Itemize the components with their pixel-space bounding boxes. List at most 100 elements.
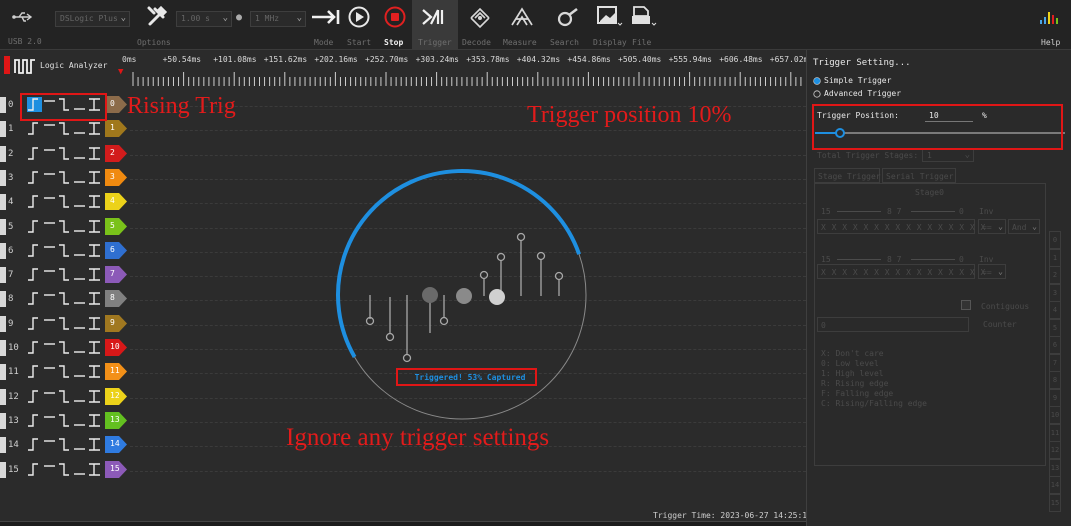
contiguous-checkbox[interactable]: [961, 300, 971, 310]
high-level-icon[interactable]: [42, 146, 57, 161]
stage-side-tab[interactable]: 1: [1049, 248, 1061, 267]
any-edge-icon[interactable]: [87, 243, 102, 258]
channel-handle[interactable]: [0, 218, 6, 235]
low-level-icon[interactable]: [72, 121, 87, 136]
sample-rate-select[interactable]: 1 MHz ⌄: [250, 11, 306, 27]
header-dropdown-icon[interactable]: ▼: [118, 67, 123, 77]
low-level-icon[interactable]: [72, 437, 87, 452]
rising-edge-icon[interactable]: [27, 267, 42, 282]
stage-side-tab[interactable]: 9: [1049, 388, 1061, 407]
channel-handle[interactable]: [0, 315, 6, 332]
stage-side-tab[interactable]: 5: [1049, 318, 1061, 337]
stage-side-tab[interactable]: 11: [1049, 423, 1061, 442]
high-level-icon[interactable]: [42, 194, 57, 209]
stage-operator-select-2[interactable]: == ⌄: [978, 264, 1006, 279]
stage-pattern-input[interactable]: X X X X X X X X X X X X X X X X: [817, 219, 985, 234]
low-level-icon[interactable]: [72, 462, 87, 477]
high-level-icon[interactable]: [42, 121, 57, 136]
channel-row-6[interactable]: 66: [0, 240, 130, 264]
channel-row-14[interactable]: 14 14: [0, 434, 130, 458]
channel-row-7[interactable]: 77: [0, 264, 130, 288]
any-edge-icon[interactable]: [87, 121, 102, 136]
falling-edge-icon[interactable]: [57, 170, 72, 185]
low-level-icon[interactable]: [72, 170, 87, 185]
channel-color-badge[interactable]: 15: [105, 460, 127, 478]
stage-side-tab[interactable]: 7: [1049, 353, 1061, 372]
falling-edge-icon[interactable]: [57, 291, 72, 306]
stage-side-tab[interactable]: 6: [1049, 336, 1061, 354]
channel-color-badge[interactable]: 0: [105, 96, 127, 113]
channel-handle[interactable]: [0, 97, 6, 113]
rising-edge-icon[interactable]: [27, 291, 42, 306]
channel-color-badge[interactable]: 7: [105, 266, 127, 284]
channel-color-badge[interactable]: 3: [105, 168, 127, 186]
channel-color-badge[interactable]: 8: [105, 290, 127, 308]
rising-edge-icon[interactable]: [27, 121, 42, 136]
any-edge-icon[interactable]: [87, 316, 102, 331]
high-level-icon[interactable]: [42, 364, 57, 379]
time-ruler[interactable]: 0ms +50.54ms +101.08ms +151.62ms +202.16ms +2…: [122, 50, 844, 90]
low-level-icon[interactable]: [72, 340, 87, 355]
channel-handle[interactable]: [0, 242, 6, 259]
stage-side-tab[interactable]: 4: [1049, 301, 1061, 319]
rising-edge-icon[interactable]: [27, 170, 42, 185]
any-edge-icon[interactable]: [87, 219, 102, 234]
channel-handle[interactable]: [0, 145, 6, 162]
stage-operator-select[interactable]: == ⌄: [978, 219, 1006, 234]
channel-handle[interactable]: [0, 461, 6, 478]
high-level-icon[interactable]: [42, 462, 57, 477]
channel-color-badge[interactable]: 4: [105, 193, 127, 211]
device-select[interactable]: DSLogic Plus ⌄: [55, 11, 130, 27]
file-button[interactable]: File: [628, 0, 658, 50]
high-level-icon[interactable]: [42, 389, 57, 404]
high-level-icon[interactable]: [42, 316, 57, 331]
stage-logic-select[interactable]: And ⌄: [1008, 219, 1040, 234]
channel-color-badge[interactable]: 6: [105, 241, 127, 259]
any-edge-icon[interactable]: [87, 194, 102, 209]
counter-input[interactable]: 0: [817, 317, 969, 332]
decode-button[interactable]: Decode: [460, 0, 500, 50]
channel-color-badge[interactable]: 1: [105, 120, 127, 138]
channel-row-15[interactable]: 15 15: [0, 459, 130, 483]
channel-row-12[interactable]: 12 12: [0, 386, 130, 410]
low-level-icon[interactable]: [72, 267, 87, 282]
rising-edge-icon[interactable]: [27, 364, 42, 379]
falling-edge-icon[interactable]: [57, 437, 72, 452]
low-level-icon[interactable]: [72, 146, 87, 161]
falling-edge-icon[interactable]: [57, 389, 72, 404]
channel-handle[interactable]: [0, 267, 6, 284]
any-edge-icon[interactable]: [87, 291, 102, 306]
rising-edge-icon[interactable]: [27, 462, 42, 477]
falling-edge-icon[interactable]: [57, 340, 72, 355]
channel-color-badge[interactable]: 12: [105, 387, 127, 405]
channel-row-13[interactable]: 13 13: [0, 410, 130, 434]
channel-color-badge[interactable]: 11: [105, 363, 127, 381]
any-edge-icon[interactable]: [87, 437, 102, 452]
low-level-icon[interactable]: [72, 219, 87, 234]
channel-row-4[interactable]: 44: [0, 191, 130, 215]
trigger-button[interactable]: Trigger: [412, 0, 458, 50]
mode-button[interactable]: Mode: [310, 0, 344, 50]
simple-trigger-radio[interactable]: Simple Trigger: [813, 75, 933, 87]
channel-color-badge[interactable]: 10: [105, 339, 127, 356]
total-stages-select[interactable]: 1 ⌄: [922, 148, 974, 162]
low-level-icon[interactable]: [72, 316, 87, 331]
channel-handle[interactable]: [0, 169, 6, 186]
falling-edge-icon[interactable]: [57, 243, 72, 258]
channel-row-3[interactable]: 33: [0, 167, 130, 191]
low-level-icon[interactable]: [72, 194, 87, 209]
any-edge-icon[interactable]: [87, 413, 102, 428]
rising-edge-icon[interactable]: [27, 243, 42, 258]
stage-side-tab[interactable]: 12: [1049, 441, 1061, 459]
high-level-icon[interactable]: [42, 437, 57, 452]
channel-handle[interactable]: [0, 291, 6, 308]
channel-handle[interactable]: [0, 121, 6, 138]
channel-handle[interactable]: [0, 194, 6, 211]
stop-button[interactable]: Stop: [381, 0, 411, 50]
channel-color-badge[interactable]: 13: [105, 411, 127, 429]
channel-color-badge[interactable]: 5: [105, 217, 127, 235]
stage-side-tab[interactable]: 10: [1049, 406, 1061, 424]
high-level-icon[interactable]: [42, 170, 57, 185]
stage-side-tab[interactable]: 13: [1049, 458, 1061, 477]
channel-handle[interactable]: [0, 340, 6, 356]
